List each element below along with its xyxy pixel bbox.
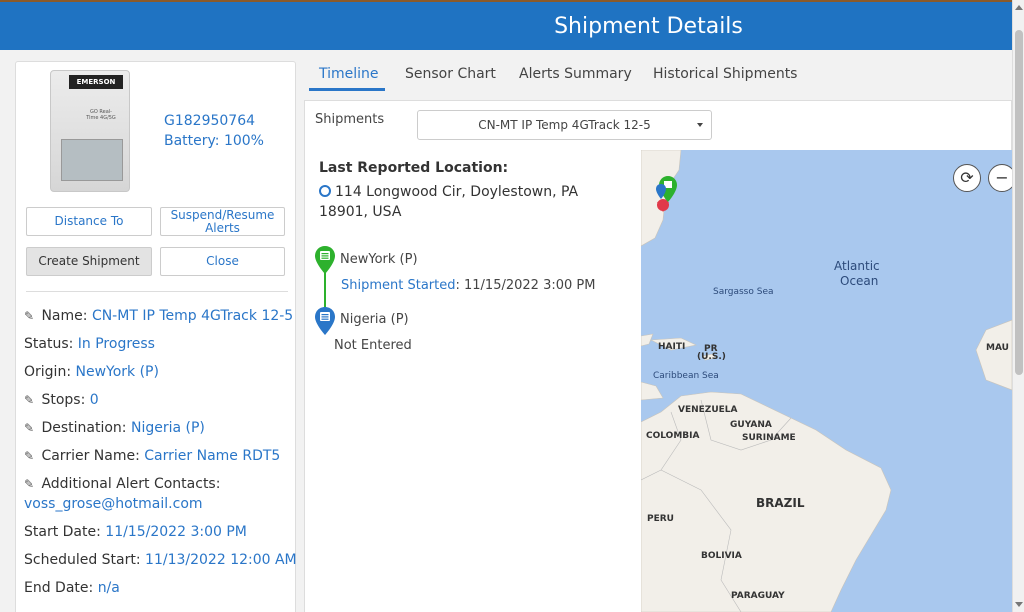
shipments-label: Shipments <box>315 112 385 127</box>
device-image: EMERSON GO Real-Time 4G/5G <box>50 70 130 192</box>
map-label-brazil: BRAZIL <box>756 496 805 510</box>
active-tab-indicator <box>309 88 385 91</box>
map-label-ocean: Ocean <box>840 274 879 288</box>
page-title: Shipment Details <box>554 14 743 39</box>
pencil-icon[interactable]: ✎ <box>24 393 37 407</box>
timeline-origin-event: Shipment Started: 11/15/2022 3:00 PM <box>341 278 595 293</box>
shipment-started-label: Shipment Started <box>341 278 456 293</box>
field-alert-contacts: ✎ Additional Alert Contacts: <box>24 476 221 492</box>
tab-alerts-summary[interactable]: Alerts Summary <box>519 66 632 82</box>
device-battery: Battery: 100% <box>164 133 264 149</box>
map-label-haiti: HAITI <box>658 342 686 352</box>
device-id[interactable]: G182950764 <box>164 113 255 129</box>
map-label-suriname: SURINAME <box>742 433 796 443</box>
rotate-icon[interactable]: ⟳ <box>953 164 981 192</box>
pencil-icon[interactable]: ✎ <box>24 421 37 435</box>
stops-value[interactable]: 0 <box>90 392 99 408</box>
end-date-value: n/a <box>97 580 120 596</box>
create-shipment-button[interactable]: Create Shipment <box>26 247 152 276</box>
close-button[interactable]: Close <box>160 247 285 276</box>
map-label-bolivia: BOLIVIA <box>701 551 742 561</box>
device-info-panel: EMERSON GO Real-Time 4G/5G G182950764 Ba… <box>15 61 297 612</box>
chevron-down-icon <box>697 123 703 127</box>
last-location-address-row: 114 Longwood Cir, Doylestown, PA 18901, … <box>319 182 619 222</box>
field-end-date: End Date: n/a <box>24 580 120 596</box>
pencil-icon[interactable]: ✎ <box>24 449 37 463</box>
alert-contacts-value[interactable]: voss_grose@hotmail.com <box>24 496 203 512</box>
map-label-atlantic: Atlantic <box>834 259 880 273</box>
map-land <box>641 150 1012 612</box>
last-location-address: 114 Longwood Cir, Doylestown, PA 18901, … <box>319 184 579 220</box>
pencil-icon[interactable]: ✎ <box>24 477 37 491</box>
tab-sensor-chart[interactable]: Sensor Chart <box>405 66 496 82</box>
field-name: ✎ Name: CN-MT IP Temp 4GTrack 12-5 <box>24 308 294 324</box>
title-bar: Shipment Details <box>0 0 1012 50</box>
suspend-resume-alerts-button[interactable]: Suspend/Resume Alerts <box>160 207 285 236</box>
map-label-paraguay: PARAGUAY <box>731 591 785 601</box>
field-scheduled-start: Scheduled Start: 11/13/2022 12:00 AM <box>24 552 297 568</box>
map[interactable]: Atlantic Ocean Sargasso Sea HAITI PR (U.… <box>641 150 1012 612</box>
distance-to-button[interactable]: Distance To <box>26 207 152 236</box>
timeline-origin-name: NewYork (P) <box>340 252 418 267</box>
field-start-date: Start Date: 11/15/2022 3:00 PM <box>24 524 247 540</box>
scheduled-start-value: 11/13/2022 12:00 AM <box>145 552 297 568</box>
map-label-venezuela: VENEZUELA <box>678 405 738 415</box>
field-stops: ✎ Stops: 0 <box>24 392 99 408</box>
name-value[interactable]: CN-MT IP Temp 4GTrack 12-5 <box>92 308 293 324</box>
alert-contacts-value-row: voss_grose@hotmail.com <box>24 496 203 512</box>
origin-value[interactable]: NewYork (P) <box>75 364 158 380</box>
location-circle-icon <box>319 185 331 197</box>
field-destination: ✎ Destination: Nigeria (P) <box>24 420 205 436</box>
tab-timeline[interactable]: Timeline <box>319 66 379 82</box>
destination-value[interactable]: Nigeria (P) <box>131 420 205 436</box>
field-status: Status: In Progress <box>24 336 155 352</box>
map-label-peru: PERU <box>647 514 674 524</box>
device-logo: EMERSON <box>69 75 123 89</box>
device-window <box>61 139 123 181</box>
map-label-colombia: COLOMBIA <box>646 431 700 441</box>
timeline-destination-name: Nigeria (P) <box>340 312 409 327</box>
map-label-us: (U.S.) <box>697 352 726 362</box>
field-origin: Origin: NewYork (P) <box>24 364 159 380</box>
timeline-destination-status: Not Entered <box>334 338 412 353</box>
pencil-icon[interactable]: ✎ <box>24 309 37 323</box>
destination-pin-icon <box>315 307 335 335</box>
shipment-started-time: : 11/15/2022 3:00 PM <box>455 278 596 293</box>
field-carrier: ✎ Carrier Name: Carrier Name RDT5 <box>24 448 281 464</box>
map-label-caribbean: Caribbean Sea <box>653 371 719 381</box>
scrollbar-thumb[interactable] <box>1015 30 1023 375</box>
device-model-text: GO Real-Time 4G/5G <box>86 109 116 121</box>
map-label-guyana: GUYANA <box>730 420 772 430</box>
last-location-title: Last Reported Location: <box>319 160 509 176</box>
status-value: In Progress <box>77 336 155 352</box>
map-label-sargasso: Sargasso Sea <box>713 287 774 297</box>
scroll-down-icon[interactable] <box>1015 602 1023 607</box>
start-date-value: 11/15/2022 3:00 PM <box>105 524 247 540</box>
carrier-value[interactable]: Carrier Name RDT5 <box>144 448 280 464</box>
divider <box>26 291 288 292</box>
vertical-scrollbar[interactable] <box>1012 0 1024 612</box>
zoom-out-icon[interactable]: − <box>988 164 1012 192</box>
shipments-selected: CN-MT IP Temp 4GTrack 12-5 <box>478 118 651 132</box>
origin-pin-icon <box>315 246 335 274</box>
map-label-mau: MAU <box>986 343 1009 353</box>
shipments-select[interactable]: CN-MT IP Temp 4GTrack 12-5 <box>417 110 712 140</box>
tab-historical-shipments[interactable]: Historical Shipments <box>653 66 797 82</box>
scroll-up-icon[interactable] <box>1015 5 1023 10</box>
